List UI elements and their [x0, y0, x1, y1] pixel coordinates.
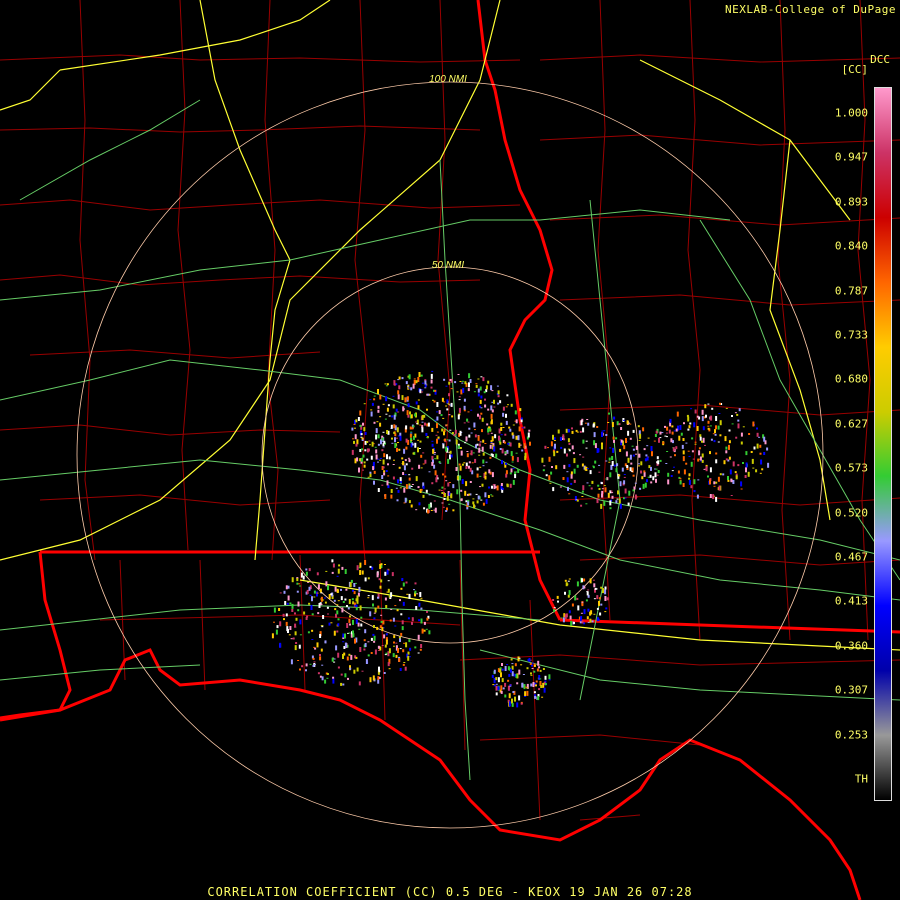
- legend-tick-label: 0.733: [834, 328, 868, 342]
- legend-tick-label: 0.360: [834, 639, 868, 653]
- legend-tick-label: 0.947: [834, 150, 868, 164]
- legend-tick-label: 0.253: [834, 728, 868, 742]
- legend-tick-label: 0.787: [834, 284, 868, 298]
- legend-product: DCC: [870, 53, 890, 66]
- credit-label: NEXLAB-College of DuPage: [725, 3, 896, 16]
- legend-tick-label: 0.307: [834, 683, 868, 697]
- radar-map: 100 NMI 50 NMI: [0, 0, 900, 900]
- county-boundaries: [0, 0, 900, 821]
- legend-tick-label: 0.893: [834, 195, 868, 209]
- state-boundaries: [0, 0, 900, 900]
- legend-tick-label: 0.680: [834, 372, 868, 386]
- legend-tick-label: 0.520: [834, 506, 868, 520]
- legend-tick-label: 1.000: [834, 106, 868, 120]
- range-ring-label-100: 100 NMI: [429, 74, 467, 85]
- range-ring-label-50: 50 NMI: [432, 260, 464, 271]
- legend-tick-label: 0.573: [834, 461, 868, 475]
- legend-color-bar: [874, 87, 892, 801]
- legend-tick-label: 0.467: [834, 550, 868, 564]
- legend-tick-label: TH: [854, 772, 868, 786]
- legend-unit: [CC]: [841, 63, 869, 76]
- legend-tick-label: 0.840: [834, 239, 868, 253]
- product-caption: CORRELATION COEFFICIENT (CC) 0.5 DEG - K…: [207, 885, 693, 899]
- legend-tick-label: 0.413: [834, 594, 868, 608]
- legend-tick-label: 0.627: [834, 417, 868, 431]
